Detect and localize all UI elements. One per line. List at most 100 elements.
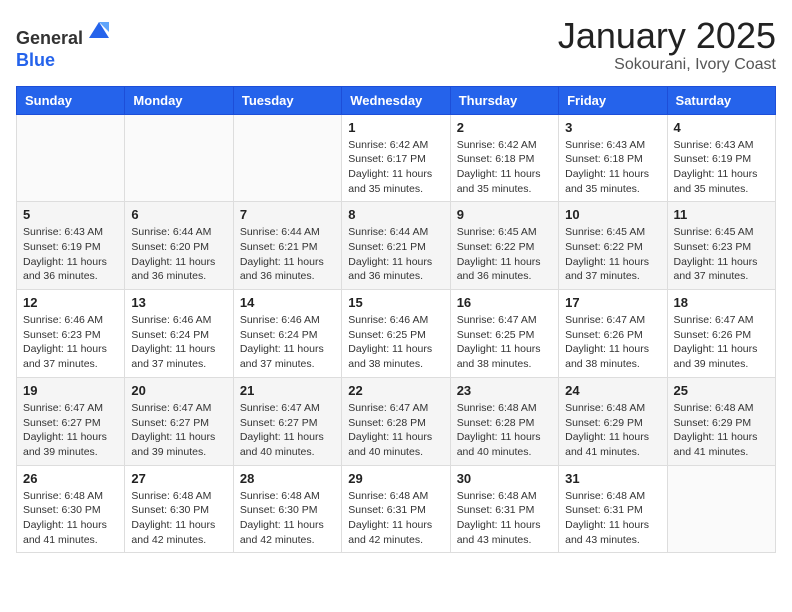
day-number: 23 bbox=[457, 383, 552, 398]
day-number: 5 bbox=[23, 207, 118, 222]
day-info: Sunrise: 6:42 AM Sunset: 6:18 PM Dayligh… bbox=[457, 138, 552, 197]
calendar-cell: 3 Sunrise: 6:43 AM Sunset: 6:18 PM Daylig… bbox=[559, 114, 667, 202]
logo-general-text: General bbox=[16, 28, 83, 48]
day-info: Sunrise: 6:45 AM Sunset: 6:23 PM Dayligh… bbox=[674, 225, 769, 284]
calendar-cell: 31 Sunrise: 6:48 AM Sunset: 6:31 PM Dayli… bbox=[559, 465, 667, 553]
calendar-cell: 23 Sunrise: 6:48 AM Sunset: 6:28 PM Dayli… bbox=[450, 377, 558, 465]
day-info: Sunrise: 6:44 AM Sunset: 6:21 PM Dayligh… bbox=[240, 225, 335, 284]
day-number: 9 bbox=[457, 207, 552, 222]
day-number: 30 bbox=[457, 471, 552, 486]
day-info: Sunrise: 6:47 AM Sunset: 6:27 PM Dayligh… bbox=[240, 401, 335, 460]
calendar-cell: 25 Sunrise: 6:48 AM Sunset: 6:29 PM Dayli… bbox=[667, 377, 775, 465]
day-info: Sunrise: 6:48 AM Sunset: 6:29 PM Dayligh… bbox=[565, 401, 660, 460]
day-info: Sunrise: 6:47 AM Sunset: 6:26 PM Dayligh… bbox=[674, 313, 769, 372]
calendar-cell: 4Sunrise: 6:43 AM Sunset: 6:19 PM Daylig… bbox=[667, 114, 775, 202]
logo-blue-text: Blue bbox=[16, 50, 55, 70]
calendar-cell: 20Sunrise: 6:47 AM Sunset: 6:27 PM Dayli… bbox=[125, 377, 233, 465]
day-number: 1 bbox=[348, 120, 443, 135]
page-header: General Blue January 2025 Sokourani, Ivo… bbox=[16, 16, 776, 74]
day-number: 18 bbox=[674, 295, 769, 310]
calendar-cell bbox=[17, 114, 125, 202]
day-info: Sunrise: 6:46 AM Sunset: 6:24 PM Dayligh… bbox=[131, 313, 226, 372]
day-info: Sunrise: 6:46 AM Sunset: 6:23 PM Dayligh… bbox=[23, 313, 118, 372]
calendar-cell: 18 Sunrise: 6:47 AM Sunset: 6:26 PM Dayli… bbox=[667, 290, 775, 378]
day-info: Sunrise: 6:47 AM Sunset: 6:28 PM Dayligh… bbox=[348, 401, 443, 460]
day-number: 4 bbox=[674, 120, 769, 135]
day-number: 14 bbox=[240, 295, 335, 310]
calendar-cell: 16Sunrise: 6:47 AM Sunset: 6:25 PM Dayli… bbox=[450, 290, 558, 378]
day-number: 24 bbox=[565, 383, 660, 398]
calendar-cell: 5 Sunrise: 6:43 AM Sunset: 6:19 PM Daylig… bbox=[17, 202, 125, 290]
calendar-cell: 29Sunrise: 6:48 AM Sunset: 6:31 PM Dayli… bbox=[342, 465, 450, 553]
day-info: Sunrise: 6:48 AM Sunset: 6:30 PM Dayligh… bbox=[131, 489, 226, 548]
day-header-saturday: Saturday bbox=[667, 86, 775, 114]
logo-icon bbox=[85, 16, 113, 44]
day-info: Sunrise: 6:48 AM Sunset: 6:30 PM Dayligh… bbox=[240, 489, 335, 548]
day-number: 31 bbox=[565, 471, 660, 486]
day-info: Sunrise: 6:45 AM Sunset: 6:22 PM Dayligh… bbox=[457, 225, 552, 284]
calendar-cell: 27 Sunrise: 6:48 AM Sunset: 6:30 PM Dayli… bbox=[125, 465, 233, 553]
day-info: Sunrise: 6:46 AM Sunset: 6:24 PM Dayligh… bbox=[240, 313, 335, 372]
week-row-4: 19 Sunrise: 6:47 AM Sunset: 6:27 PM Dayli… bbox=[17, 377, 776, 465]
day-number: 10 bbox=[565, 207, 660, 222]
day-number: 8 bbox=[348, 207, 443, 222]
calendar-cell: 2 Sunrise: 6:42 AM Sunset: 6:18 PM Daylig… bbox=[450, 114, 558, 202]
week-row-2: 5 Sunrise: 6:43 AM Sunset: 6:19 PM Daylig… bbox=[17, 202, 776, 290]
day-info: Sunrise: 6:44 AM Sunset: 6:21 PM Dayligh… bbox=[348, 225, 443, 284]
day-number: 25 bbox=[674, 383, 769, 398]
calendar-cell: 9 Sunrise: 6:45 AM Sunset: 6:22 PM Daylig… bbox=[450, 202, 558, 290]
title-block: January 2025 Sokourani, Ivory Coast bbox=[558, 16, 776, 74]
calendar-cell: 22Sunrise: 6:47 AM Sunset: 6:28 PM Dayli… bbox=[342, 377, 450, 465]
week-row-5: 26 Sunrise: 6:48 AM Sunset: 6:30 PM Dayli… bbox=[17, 465, 776, 553]
day-number: 11 bbox=[674, 207, 769, 222]
day-number: 28 bbox=[240, 471, 335, 486]
month-title: January 2025 bbox=[558, 16, 776, 56]
calendar-cell: 10Sunrise: 6:45 AM Sunset: 6:22 PM Dayli… bbox=[559, 202, 667, 290]
day-header-friday: Friday bbox=[559, 86, 667, 114]
day-number: 3 bbox=[565, 120, 660, 135]
day-header-monday: Monday bbox=[125, 86, 233, 114]
calendar-cell: 15Sunrise: 6:46 AM Sunset: 6:25 PM Dayli… bbox=[342, 290, 450, 378]
calendar-cell: 8 Sunrise: 6:44 AM Sunset: 6:21 PM Daylig… bbox=[342, 202, 450, 290]
calendar-cell: 30Sunrise: 6:48 AM Sunset: 6:31 PM Dayli… bbox=[450, 465, 558, 553]
day-number: 2 bbox=[457, 120, 552, 135]
day-header-sunday: Sunday bbox=[17, 86, 125, 114]
calendar-cell: 1 Sunrise: 6:42 AM Sunset: 6:17 PM Daylig… bbox=[342, 114, 450, 202]
calendar-cell: 19 Sunrise: 6:47 AM Sunset: 6:27 PM Dayli… bbox=[17, 377, 125, 465]
day-number: 21 bbox=[240, 383, 335, 398]
day-number: 6 bbox=[131, 207, 226, 222]
calendar-cell: 21 Sunrise: 6:47 AM Sunset: 6:27 PM Dayli… bbox=[233, 377, 341, 465]
day-info: Sunrise: 6:48 AM Sunset: 6:28 PM Dayligh… bbox=[457, 401, 552, 460]
day-number: 19 bbox=[23, 383, 118, 398]
day-info: Sunrise: 6:48 AM Sunset: 6:30 PM Dayligh… bbox=[23, 489, 118, 548]
calendar-cell bbox=[667, 465, 775, 553]
day-number: 27 bbox=[131, 471, 226, 486]
week-row-1: 1 Sunrise: 6:42 AM Sunset: 6:17 PM Daylig… bbox=[17, 114, 776, 202]
day-number: 20 bbox=[131, 383, 226, 398]
day-number: 7 bbox=[240, 207, 335, 222]
day-number: 12 bbox=[23, 295, 118, 310]
day-header-wednesday: Wednesday bbox=[342, 86, 450, 114]
day-info: Sunrise: 6:47 AM Sunset: 6:26 PM Dayligh… bbox=[565, 313, 660, 372]
calendar-cell: 7 Sunrise: 6:44 AM Sunset: 6:21 PM Daylig… bbox=[233, 202, 341, 290]
day-info: Sunrise: 6:43 AM Sunset: 6:18 PM Dayligh… bbox=[565, 138, 660, 197]
calendar-cell bbox=[233, 114, 341, 202]
calendar-cell: 14 Sunrise: 6:46 AM Sunset: 6:24 PM Dayli… bbox=[233, 290, 341, 378]
day-number: 26 bbox=[23, 471, 118, 486]
day-info: Sunrise: 6:48 AM Sunset: 6:31 PM Dayligh… bbox=[565, 489, 660, 548]
calendar-cell: 6 Sunrise: 6:44 AM Sunset: 6:20 PM Daylig… bbox=[125, 202, 233, 290]
day-info: Sunrise: 6:48 AM Sunset: 6:29 PM Dayligh… bbox=[674, 401, 769, 460]
calendar-cell bbox=[125, 114, 233, 202]
days-header-row: SundayMondayTuesdayWednesdayThursdayFrid… bbox=[17, 86, 776, 114]
location: Sokourani, Ivory Coast bbox=[558, 56, 776, 74]
day-info: Sunrise: 6:42 AM Sunset: 6:17 PM Dayligh… bbox=[348, 138, 443, 197]
calendar-cell: 24 Sunrise: 6:48 AM Sunset: 6:29 PM Dayli… bbox=[559, 377, 667, 465]
day-info: Sunrise: 6:44 AM Sunset: 6:20 PM Dayligh… bbox=[131, 225, 226, 284]
logo: General Blue bbox=[16, 16, 113, 71]
calendar-cell: 28 Sunrise: 6:48 AM Sunset: 6:30 PM Dayli… bbox=[233, 465, 341, 553]
day-number: 15 bbox=[348, 295, 443, 310]
day-header-tuesday: Tuesday bbox=[233, 86, 341, 114]
day-number: 13 bbox=[131, 295, 226, 310]
day-info: Sunrise: 6:47 AM Sunset: 6:27 PM Dayligh… bbox=[23, 401, 118, 460]
day-info: Sunrise: 6:43 AM Sunset: 6:19 PM Dayligh… bbox=[23, 225, 118, 284]
